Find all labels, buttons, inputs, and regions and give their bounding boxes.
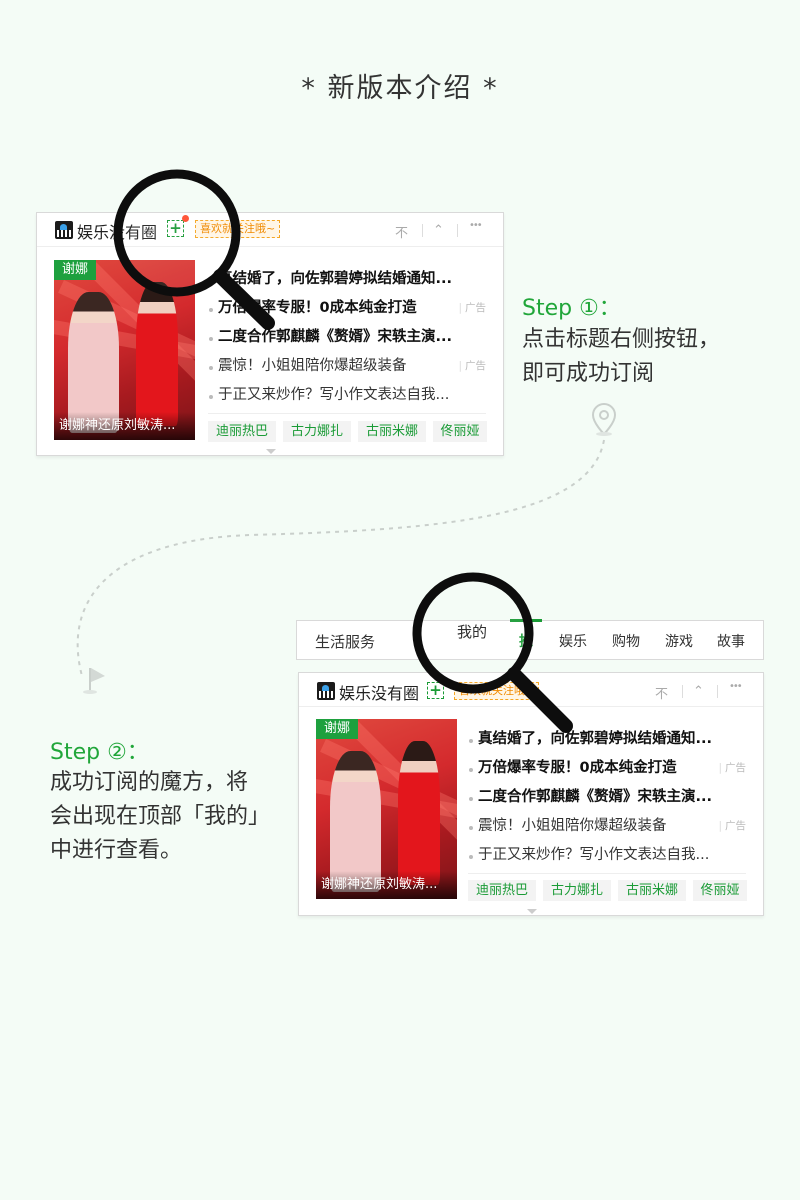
illustration-overlay [76,169,617,733]
collapse-icon[interactable]: ⌃ [693,684,704,699]
ad-label: 广告 [458,352,486,381]
tab-stories[interactable]: 故事 [717,631,745,651]
cube-card-after: 娱乐没有圈 + 喜欢就关注哦~ 不 ⌃ ••• 谢娜 谢娜神还原刘敏涛... 真… [298,672,764,916]
channel-logo-icon [317,682,335,700]
news-title[interactable]: 二度合作郭麒麟《赘婿》宋轶主演... [478,789,712,805]
news-list: 真结婚了，向佐郭碧婷拟结婚通知... 万倍爆率专服！0成本纯金打造广告 二度合作… [468,725,748,870]
news-item[interactable]: 万倍爆率专服！0成本纯金打造 广告 [468,754,748,783]
news-title[interactable]: 于正又来炒作？写小作文表达自我... [218,387,449,403]
news-thumbnail[interactable]: 谢娜 谢娜神还原刘敏涛... [316,719,457,899]
more-icon[interactable]: ••• [729,681,743,692]
chips-divider [468,873,746,874]
pin-icon[interactable]: 不 [395,222,408,241]
news-title[interactable]: 真结婚了，向佐郭碧婷拟结婚通知... [478,731,712,747]
channel-logo-icon [55,221,73,239]
follow-tooltip: 喜欢就关注哦~ [195,220,281,238]
tag-chip[interactable]: 迪丽热巴 [468,880,536,901]
tag-chip[interactable]: 古力娜扎 [543,880,611,901]
active-tab-indicator [510,619,542,622]
collapse-icon[interactable]: ⌃ [433,223,444,238]
location-pin-icon [591,402,617,436]
follow-tooltip: 喜欢就关注哦~ [454,682,540,700]
header-divider [717,685,718,698]
chips-divider [208,413,486,414]
news-item[interactable]: 于正又来炒作？写小作文表达自我... [468,841,748,870]
page-title: * 新版本介绍 * [301,73,499,104]
thumbnail-caption: 谢娜神还原刘敏涛... [316,871,457,899]
news-title[interactable]: 于正又来炒作？写小作文表达自我... [478,847,709,863]
expand-arrow-icon[interactable] [266,449,276,454]
finish-flag-icon [83,668,105,694]
news-item[interactable]: 于正又来炒作？写小作文表达自我... [208,381,488,410]
subscribe-plus-icon[interactable]: + [167,220,184,237]
tab-entertainment[interactable]: 娱乐 [559,631,587,651]
tag-chip[interactable]: 迪丽热巴 [208,421,276,442]
step2-line: 会出现在顶部「我的」 [50,804,271,829]
more-icon[interactable]: ••• [469,220,483,231]
expand-arrow-icon[interactable] [527,909,537,914]
tag-chip[interactable]: 古丽米娜 [618,880,686,901]
news-title[interactable]: 震惊！小姐姐陪你爆超级装备 [478,818,667,834]
tag-chip[interactable]: 佟丽娅 [433,421,487,442]
news-thumbnail[interactable]: 谢娜 谢娜神还原刘敏涛... [54,260,195,440]
tab-games[interactable]: 游戏 [665,631,693,651]
channel-title: 娱乐没有圈 [339,684,420,703]
news-item[interactable]: 万倍爆率专服！0成本纯金打造 广告 [208,294,488,323]
news-item[interactable]: 二度合作郭麒麟《赘婿》宋轶主演... [208,323,488,352]
tab-shopping[interactable]: 购物 [612,631,640,651]
tab-recommend[interactable]: 推 [519,631,533,651]
news-title[interactable]: 真结婚了，向佐郭碧婷拟结婚通知... [218,271,452,287]
step2-line: 成功订阅的魔方，将 [50,770,249,795]
pin-icon[interactable]: 不 [655,683,668,702]
ad-label: 广告 [718,754,746,783]
header-divider [422,224,423,237]
tab-mine[interactable]: 我的 [457,621,487,642]
news-title[interactable]: 万倍爆率专服！0成本纯金打造 [478,760,677,776]
card-header: 娱乐没有圈 + 喜欢就关注哦~ 不 ⌃ ••• [37,213,503,247]
thumbnail-tag: 谢娜 [316,719,359,739]
news-title[interactable]: 二度合作郭麒麟《赘婿》宋轶主演... [218,329,452,345]
subscribe-plus-icon[interactable]: + [427,682,444,699]
header-divider [682,685,683,698]
step2-label: Step ②： [50,740,149,765]
tag-chip[interactable]: 古丽米娜 [358,421,426,442]
step1-line: 即可成功订阅 [522,361,655,386]
step2-line: 中进行查看。 [50,838,183,863]
tab-life-service[interactable]: 生活服务 [315,631,375,652]
new-badge-dot [182,215,189,222]
cube-card-before: 娱乐没有圈 + 喜欢就关注哦~ 不 ⌃ ••• 谢娜 谢娜神还原刘敏涛... 真… [36,212,504,456]
step1-line: 点击标题右侧按钮， [522,327,721,352]
news-title[interactable]: 震惊！小姐姐陪你爆超级装备 [218,358,407,374]
top-nav-bar: 生活服务 我的 推 娱乐 购物 游戏 故事 [296,619,764,660]
news-list: 真结婚了，向佐郭碧婷拟结婚通知... 万倍爆率专服！0成本纯金打造广告 二度合作… [208,265,488,410]
channel-title: 娱乐没有圈 [77,223,158,242]
news-item[interactable]: 震惊！小姐姐陪你爆超级装备 广告 [208,352,488,381]
news-title[interactable]: 万倍爆率专服！0成本纯金打造 [218,300,417,316]
news-item[interactable]: 真结婚了，向佐郭碧婷拟结婚通知... [468,725,748,754]
news-item[interactable]: 真结婚了，向佐郭碧婷拟结婚通知... [208,265,488,294]
header-divider [457,224,458,237]
ad-label: 广告 [718,812,746,841]
tag-chip[interactable]: 古力娜扎 [283,421,351,442]
news-item[interactable]: 震惊！小姐姐陪你爆超级装备 广告 [468,812,748,841]
card-header: 娱乐没有圈 + 喜欢就关注哦~ 不 ⌃ ••• [299,673,763,707]
step1-label: Step ①： [522,296,621,321]
ad-label: 广告 [458,294,486,323]
thumbnail-caption: 谢娜神还原刘敏涛... [54,412,195,440]
tag-chip[interactable]: 佟丽娅 [693,880,747,901]
thumbnail-tag: 谢娜 [54,260,97,280]
news-item[interactable]: 二度合作郭麒麟《赘婿》宋轶主演... [468,783,748,812]
